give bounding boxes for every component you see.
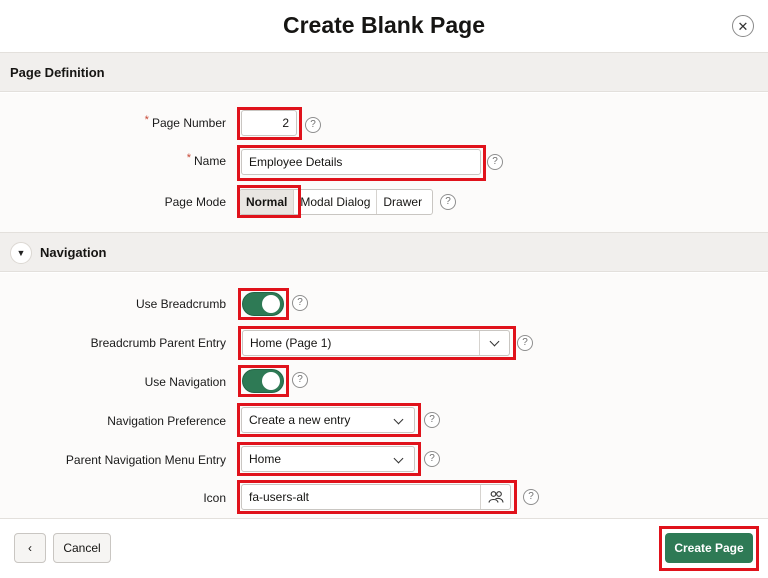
highlight-create-page xyxy=(659,526,759,571)
page-mode-modal-dialog[interactable]: Modal Dialog xyxy=(293,190,376,214)
page-mode-label: Page Mode xyxy=(164,195,226,209)
highlight-name xyxy=(237,145,486,181)
highlight-icon xyxy=(237,480,517,514)
use-navigation-label: Use Navigation xyxy=(144,375,226,389)
cancel-button[interactable]: Cancel xyxy=(53,533,111,563)
dialog-footer: ‹ Cancel Create Page xyxy=(0,518,768,578)
caret-down-icon: ▼ xyxy=(16,248,26,258)
breadcrumb-parent-label: Breadcrumb Parent Entry xyxy=(90,336,226,350)
page-definition-title: Page Definition xyxy=(10,65,105,80)
dialog-title: Create Blank Page xyxy=(283,12,485,38)
help-icon[interactable]: ? xyxy=(424,451,440,467)
help-icon[interactable]: ? xyxy=(424,412,440,428)
chevron-left-icon: ‹ xyxy=(28,541,32,555)
help-icon[interactable]: ? xyxy=(440,194,456,210)
required-marker: * xyxy=(186,152,191,164)
help-icon[interactable]: ? xyxy=(487,154,503,170)
highlight-use-breadcrumb xyxy=(238,288,289,320)
page-definition-header: Page Definition xyxy=(0,52,768,92)
help-icon[interactable]: ? xyxy=(305,117,321,133)
highlight-use-navigation xyxy=(238,365,289,397)
close-icon: ✕ xyxy=(737,18,749,34)
dialog-titlebar: Create Blank Page ✕ xyxy=(0,0,768,52)
highlight-breadcrumb-parent xyxy=(238,326,516,360)
navigation-body: Use Breadcrumb ? Breadcrumb Parent Entry… xyxy=(0,273,768,518)
icon-label: Icon xyxy=(203,491,226,505)
navigation-header: ▼ Navigation xyxy=(0,232,768,272)
help-icon[interactable]: ? xyxy=(517,335,533,351)
highlight-navigation-preference xyxy=(237,403,421,437)
collapse-toggle-button[interactable]: ▼ xyxy=(10,242,32,264)
help-icon[interactable]: ? xyxy=(523,489,539,505)
page-definition-body: * Page Number 2 ? * Name Employee Details … xyxy=(0,93,768,233)
help-icon[interactable]: ? xyxy=(292,372,308,388)
highlight-page-number xyxy=(237,107,302,140)
parent-nav-entry-label: Parent Navigation Menu Entry xyxy=(65,453,226,467)
name-label: * Name xyxy=(186,152,226,168)
highlight-parent-nav-entry xyxy=(237,442,421,476)
highlight-page-mode xyxy=(237,185,301,218)
page-number-label: * Page Number xyxy=(144,114,226,130)
back-button[interactable]: ‹ xyxy=(14,533,46,563)
page-mode-drawer[interactable]: Drawer xyxy=(376,190,428,214)
navigation-preference-label: Navigation Preference xyxy=(107,414,226,428)
help-icon[interactable]: ? xyxy=(292,295,308,311)
navigation-title: Navigation xyxy=(40,245,107,260)
use-breadcrumb-label: Use Breadcrumb xyxy=(135,297,226,311)
close-button[interactable]: ✕ xyxy=(732,15,754,37)
required-marker: * xyxy=(144,114,149,126)
